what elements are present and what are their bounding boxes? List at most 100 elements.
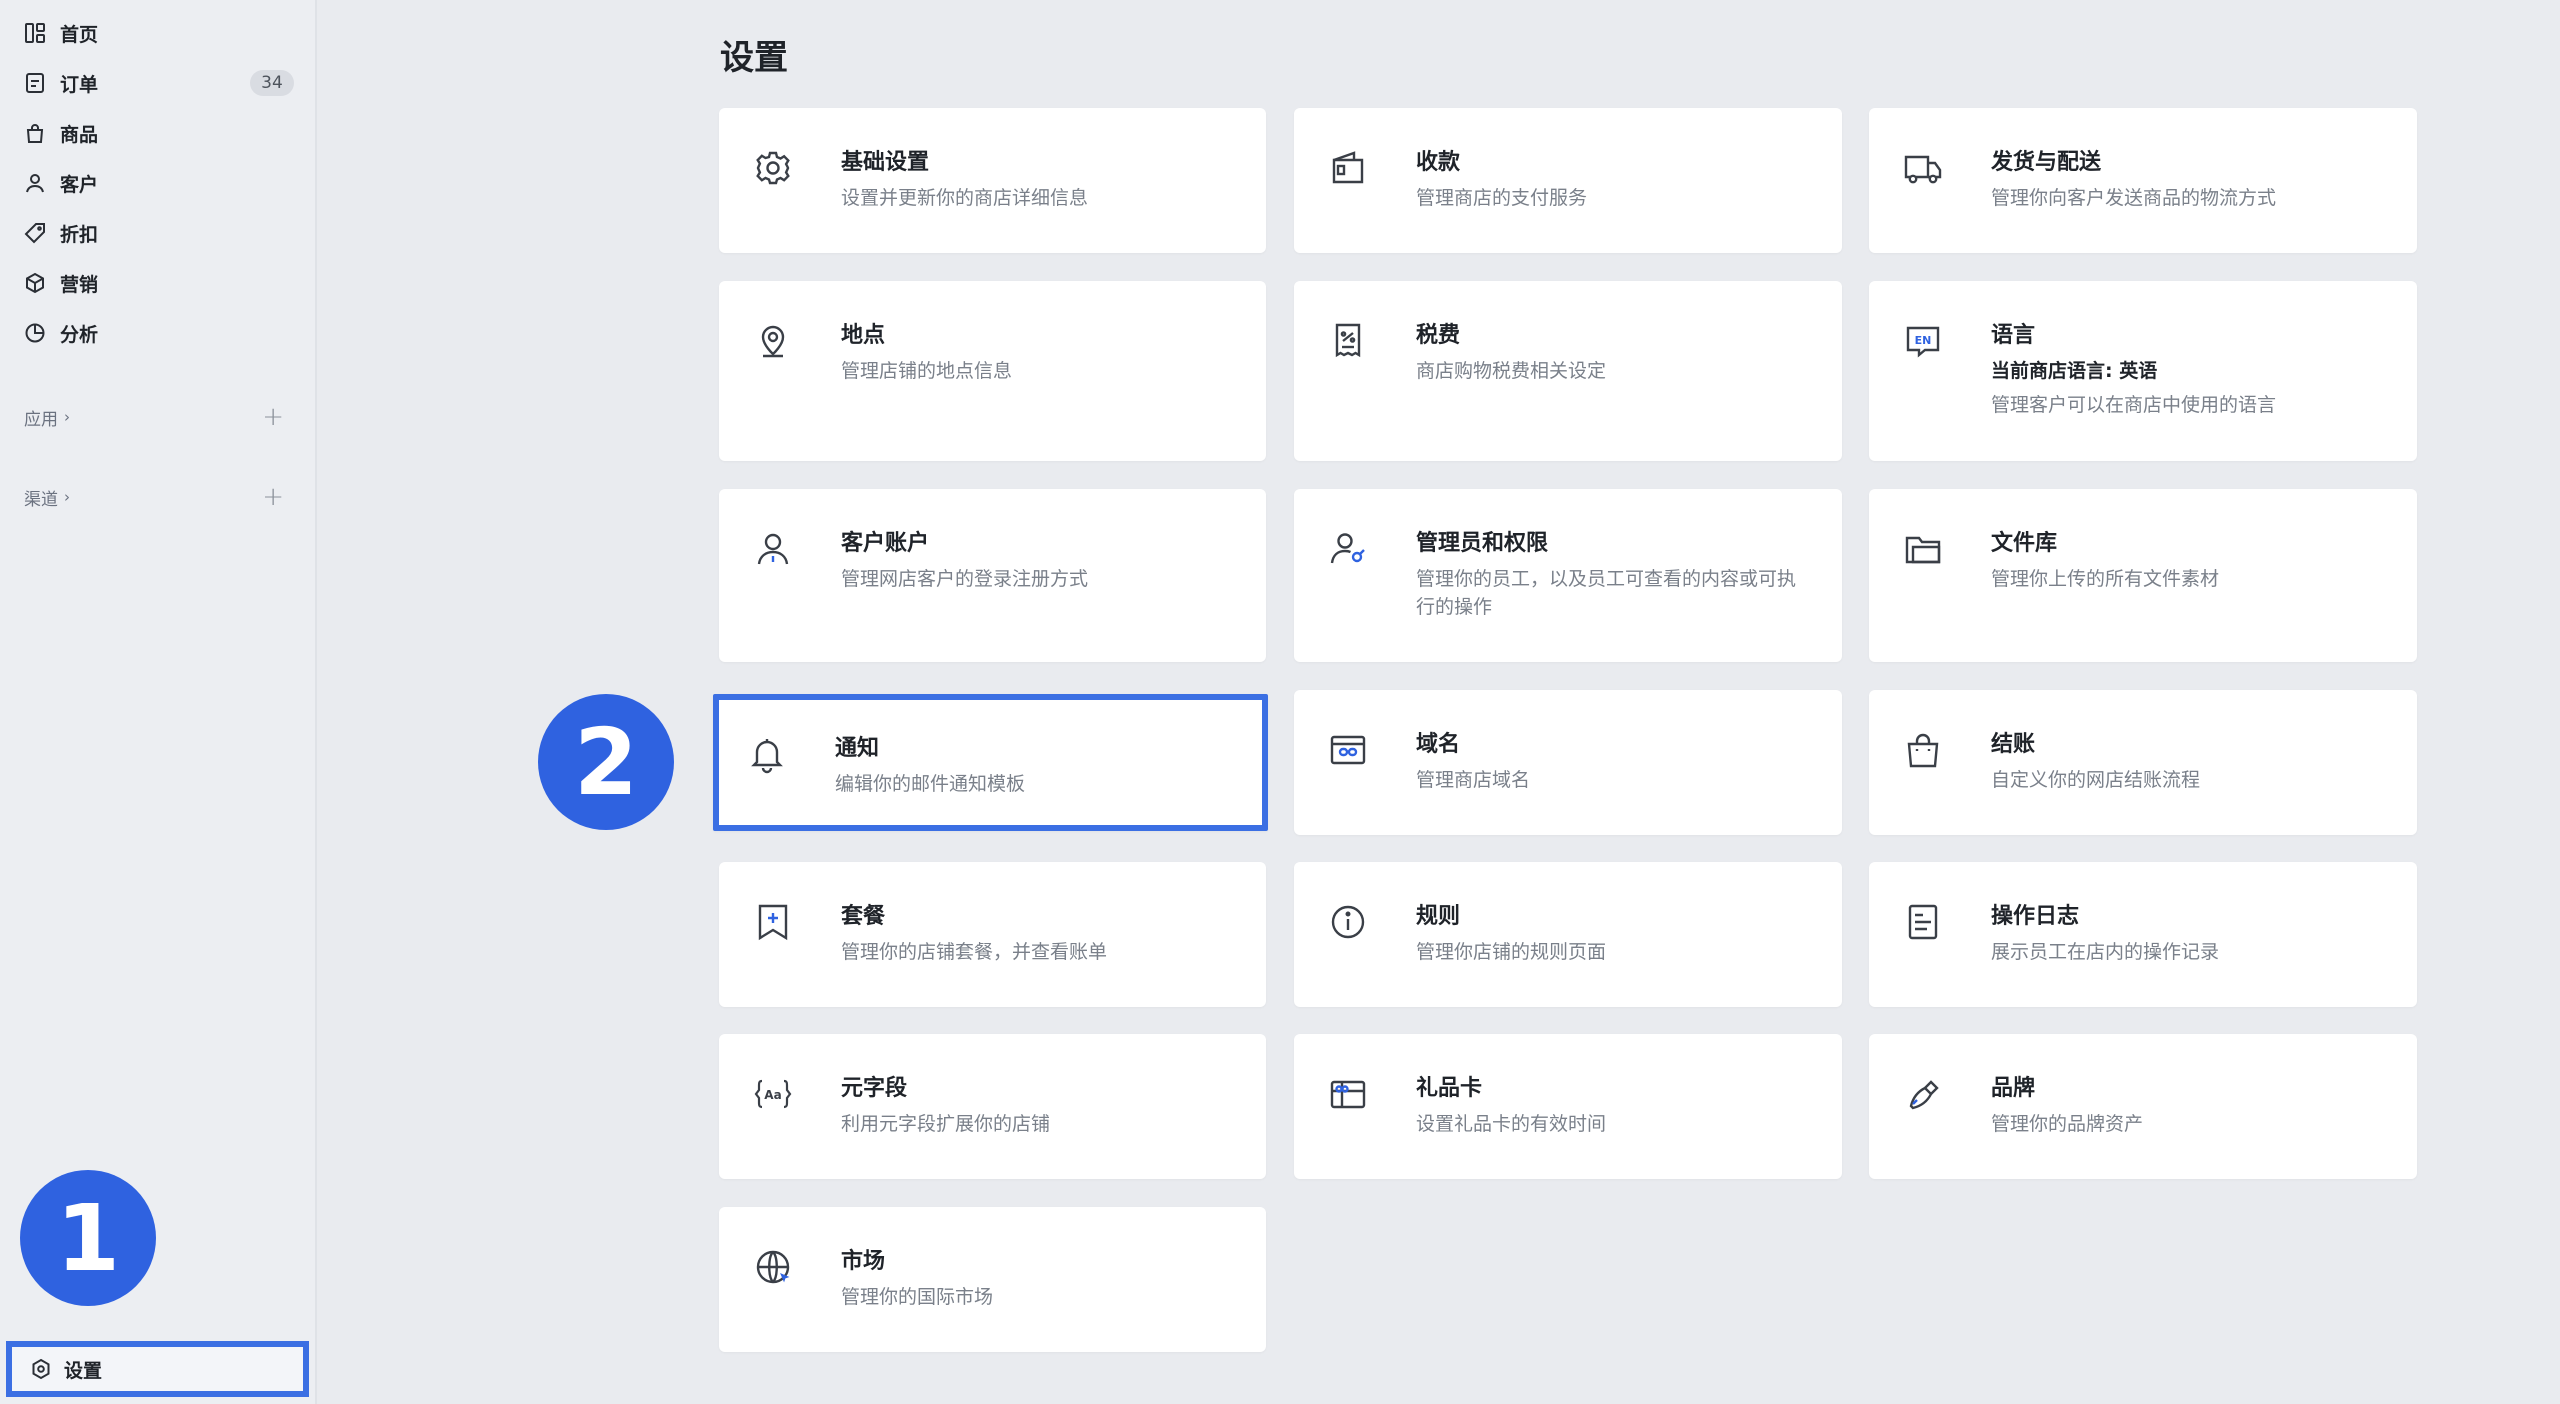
card-title: 结账 <box>1991 732 2036 757</box>
card-description: 管理你上传的所有文件素材 <box>1991 568 2220 590</box>
card-title: 操作日志 <box>1991 904 2080 929</box>
card-title: 文件库 <box>1991 531 2058 556</box>
card-description: 编辑你的邮件通知模板 <box>835 773 1026 795</box>
card-title: 客户账户 <box>841 531 930 556</box>
settings-card-markets[interactable]: 市场 管理你的国际市场 <box>719 1207 1266 1352</box>
settings-card-plan[interactable]: 套餐 管理你的店铺套餐，并查看账单 <box>719 862 1266 1007</box>
sidebar-item-analytics[interactable]: 分析 <box>24 313 294 353</box>
bell-icon <box>747 734 787 774</box>
card-description: 管理你的品牌资产 <box>1991 1113 2144 1135</box>
card-title: 收款 <box>1416 150 1461 175</box>
card-description: 管理店铺的地点信息 <box>841 360 1013 382</box>
settings-card-payments[interactable]: 收款 管理商店的支付服务 <box>1294 108 1842 253</box>
cube-icon <box>24 272 46 294</box>
brand-icon <box>1903 1074 1943 1114</box>
current-language: 当前商店语言: 英语 <box>1991 360 2158 382</box>
settings-card-gift-cards[interactable]: 礼品卡 设置礼品卡的有效时间 <box>1294 1034 1842 1179</box>
globe-icon <box>753 1247 793 1287</box>
plan-bookmark-icon <box>753 902 793 942</box>
settings-card-policies[interactable]: 规则 管理你店铺的规则页面 <box>1294 862 1842 1007</box>
sidebar-item-label: 分析 <box>60 323 99 346</box>
settings-card-language[interactable]: EN 语言 当前商店语言: 英语 管理客户可以在商店中使用的语言 <box>1869 281 2417 461</box>
folder-icon <box>1903 529 1943 569</box>
settings-card-shipping[interactable]: 发货与配送 管理你向客户发送商品的物流方式 <box>1869 108 2417 253</box>
card-description: 设置并更新你的商店详细信息 <box>841 187 1089 209</box>
settings-card-domains[interactable]: 域名 管理商店域名 <box>1294 690 1842 835</box>
settings-card-customer-accounts[interactable]: 客户账户 管理网店客户的登录注册方式 <box>719 489 1266 662</box>
sidebar-item-label: 商品 <box>60 123 99 146</box>
admin-permission-icon <box>1328 529 1368 569</box>
apps-section-header[interactable]: 应用 › + <box>24 402 284 432</box>
step-marker-two: 2 <box>538 694 674 830</box>
settings-gear-icon <box>30 1358 64 1380</box>
truck-icon <box>1903 148 1943 188</box>
gift-card-icon <box>1328 1074 1368 1114</box>
card-title: 域名 <box>1416 732 1461 757</box>
sidebar-item-label: 营销 <box>60 273 99 296</box>
sidebar-item-products[interactable]: 商品 <box>24 113 294 153</box>
card-title: 市场 <box>841 1249 886 1274</box>
apps-section-label: 应用 <box>24 409 58 430</box>
card-description: 管理你的员工，以及员工可查看的内容或可执行的操作 <box>1416 568 1797 618</box>
chevron-right-icon: › <box>64 408 70 426</box>
card-title: 管理员和权限 <box>1416 531 1549 556</box>
user-icon <box>24 172 46 194</box>
card-description: 管理商店的支付服务 <box>1416 187 1588 209</box>
metafield-icon: Aa <box>753 1074 793 1114</box>
card-title: 发货与配送 <box>1991 150 2102 175</box>
channels-section-header[interactable]: 渠道 › + <box>24 482 284 512</box>
card-description: 设置礼品卡的有效时间 <box>1416 1113 1607 1135</box>
gear-icon <box>753 148 793 188</box>
chevron-right-icon: › <box>64 488 70 506</box>
settings-card-notifications[interactable]: 通知 编辑你的邮件通知模板 <box>713 694 1268 831</box>
bag-icon <box>24 122 46 144</box>
card-description: 管理你的国际市场 <box>841 1286 994 1308</box>
settings-card-checkout[interactable]: 结账 自定义你的网店结账流程 <box>1869 690 2417 835</box>
sidebar-item-home[interactable]: 首页 <box>24 13 294 53</box>
log-icon <box>1903 902 1943 942</box>
settings-card-taxes[interactable]: 税费 商店购物税费相关设定 <box>1294 281 1842 461</box>
add-channel-icon[interactable]: + <box>262 482 284 512</box>
card-description: 管理网店客户的登录注册方式 <box>841 568 1089 590</box>
sidebar-item-orders[interactable]: 订单 34 <box>24 63 294 103</box>
page-title: 设置 <box>720 38 788 78</box>
svg-text:EN: EN <box>1915 334 1932 347</box>
card-title: 税费 <box>1416 323 1461 348</box>
card-description: 管理你的店铺套餐，并查看账单 <box>841 941 1108 963</box>
card-title: 语言 <box>1991 323 2036 348</box>
card-description: 管理你向客户发送商品的物流方式 <box>1991 187 2277 209</box>
sidebar-item-customers[interactable]: 客户 <box>24 163 294 203</box>
settings-card-metafields[interactable]: Aa 元字段 利用元字段扩展你的店铺 <box>719 1034 1266 1179</box>
shopping-bag-icon <box>1903 730 1943 770</box>
language-en-icon: EN <box>1903 321 1943 361</box>
sidebar-item-settings[interactable]: 设置 <box>6 1341 309 1397</box>
sidebar-item-label: 设置 <box>64 1359 103 1382</box>
card-description: 管理商店域名 <box>1416 769 1531 791</box>
dashboard-icon <box>24 22 46 44</box>
card-description: 管理你店铺的规则页面 <box>1416 941 1607 963</box>
settings-card-brand[interactable]: 品牌 管理你的品牌资产 <box>1869 1034 2417 1179</box>
card-description: 管理客户可以在商店中使用的语言 <box>1991 394 2277 416</box>
sidebar-item-label: 订单 <box>60 73 99 96</box>
info-icon <box>1328 902 1368 942</box>
settings-card-general[interactable]: 基础设置 设置并更新你的商店详细信息 <box>719 108 1266 253</box>
domain-icon <box>1328 730 1368 770</box>
sidebar-item-discounts[interactable]: 折扣 <box>24 213 294 253</box>
settings-card-admins[interactable]: 管理员和权限 管理你的员工，以及员工可查看的内容或可执行的操作 <box>1294 489 1842 662</box>
settings-card-locations[interactable]: 地点 管理店铺的地点信息 <box>719 281 1266 461</box>
add-app-icon[interactable]: + <box>262 402 284 432</box>
sidebar-item-marketing[interactable]: 营销 <box>24 263 294 303</box>
wallet-icon <box>1328 148 1368 188</box>
tag-icon <box>24 222 46 244</box>
receipt-percent-icon <box>1328 321 1368 361</box>
order-count-badge: 34 <box>250 70 294 96</box>
step-marker-one: 1 <box>20 1170 156 1306</box>
settings-card-activity-log[interactable]: 操作日志 展示员工在店内的操作记录 <box>1869 862 2417 1007</box>
channels-section-label: 渠道 <box>24 489 58 510</box>
card-title: 基础设置 <box>841 150 930 175</box>
location-pin-icon <box>753 321 793 361</box>
svg-text:Aa: Aa <box>764 1088 781 1102</box>
card-description: 利用元字段扩展你的店铺 <box>841 1113 1051 1135</box>
settings-card-files[interactable]: 文件库 管理你上传的所有文件素材 <box>1869 489 2417 662</box>
card-title: 礼品卡 <box>1416 1076 1483 1101</box>
